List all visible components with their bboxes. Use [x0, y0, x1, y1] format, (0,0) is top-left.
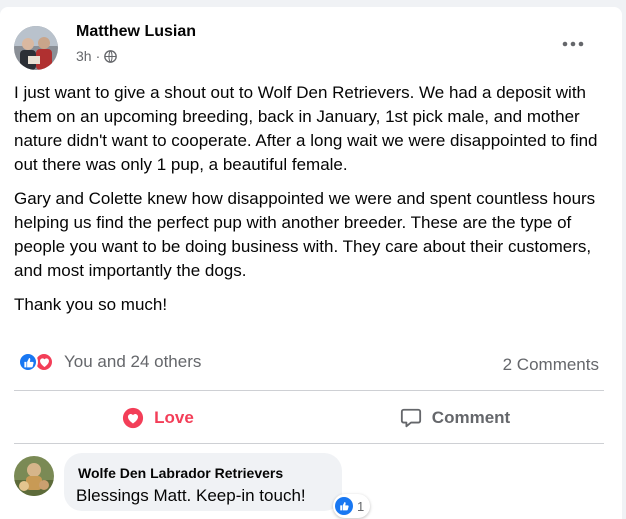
comment-label: Comment — [431, 408, 511, 427]
divider — [14, 443, 604, 444]
post-meta: 3h · — [76, 48, 118, 64]
post-body: I just want to give a shout out to Wolf … — [14, 81, 606, 327]
post-card: Matthew Lusian 3h · I just want to give … — [0, 7, 622, 519]
more-icon[interactable] — [558, 34, 588, 54]
heart-icon — [123, 407, 144, 429]
commenter-avatar[interactable] — [14, 456, 54, 496]
like-reaction-icon — [335, 497, 353, 515]
comments-count[interactable]: 2 Comments — [503, 355, 599, 375]
love-button[interactable]: Love — [108, 401, 208, 435]
comment-like-count: 1 — [357, 498, 365, 514]
post-paragraph: Thank you so much! — [14, 295, 168, 314]
author-name[interactable]: Matthew Lusian — [76, 23, 196, 41]
globe-icon[interactable] — [104, 49, 118, 63]
commenter-name[interactable]: Wolfe Den Labrador Retrievers — [78, 465, 283, 481]
author-avatar[interactable] — [14, 26, 58, 70]
comment-bubble: Wolfe Den Labrador Retrievers Blessings … — [64, 453, 342, 511]
divider — [14, 390, 604, 391]
post-paragraph: I just want to give a shout out to Wolf … — [14, 83, 598, 174]
reactions-text[interactable]: You and 24 others — [64, 352, 201, 372]
meta-separator: · — [95, 48, 101, 64]
post-time[interactable]: 3h — [76, 48, 92, 64]
comment-text: Blessings Matt. Keep-in touch! — [76, 486, 306, 505]
love-label: Love — [154, 408, 194, 427]
comment-reactions[interactable]: 1 — [333, 494, 371, 518]
comment-button[interactable]: Comment — [390, 401, 520, 435]
post-paragraph: Gary and Colette knew how disappointed w… — [14, 189, 596, 280]
like-reaction-icon — [18, 352, 38, 372]
reactions-summary[interactable]: You and 24 others — [18, 352, 201, 372]
comment-icon — [400, 408, 421, 428]
